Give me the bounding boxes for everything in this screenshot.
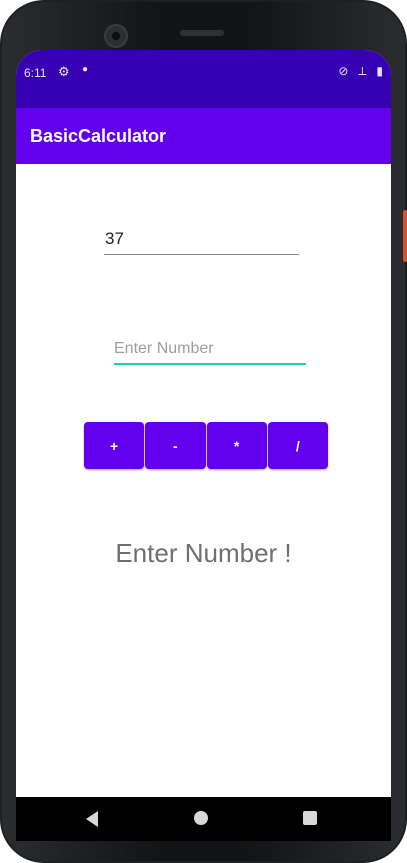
home-icon[interactable] [194, 811, 208, 825]
back-icon[interactable] [86, 811, 98, 827]
app-screen: 6:11 ⚙ ● ⊘ ⟂ ▮ BasicCalculator 37 Enter … [16, 50, 391, 827]
status-time: 6:11 [24, 66, 47, 80]
second-number-input[interactable]: Enter Number [114, 335, 306, 365]
gear-icon: ⚙ [58, 64, 70, 79]
multiply-button[interactable]: * [206, 422, 267, 469]
power-button[interactable] [403, 210, 407, 262]
app-title: BasicCalculator [30, 126, 167, 146]
battery-icon: ▮ [376, 64, 383, 78]
no-signal-icon: ⊘ [338, 64, 349, 78]
operator-buttons: + - * / [84, 422, 328, 469]
earpiece-speaker [180, 30, 224, 36]
result-text: Enter Number ! [115, 538, 292, 568]
wifi-icon: ⟂ [358, 64, 367, 78]
dot-icon: ● [82, 64, 89, 75]
divide-button[interactable]: / [267, 422, 328, 469]
status-bar: 6:11 ⚙ ● ⊘ ⟂ ▮ [16, 50, 391, 108]
phone-frame: 6:11 ⚙ ● ⊘ ⟂ ▮ BasicCalculator 37 Enter … [0, 0, 407, 863]
app-bar: BasicCalculator [16, 108, 391, 164]
recent-apps-icon[interactable] [303, 811, 317, 825]
navigation-bar [16, 797, 391, 841]
add-button[interactable]: + [84, 422, 145, 469]
subtract-button[interactable]: - [145, 422, 206, 469]
status-right-icons: ⊘ ⟂ ▮ [338, 64, 383, 79]
first-number-input[interactable]: 37 [104, 224, 299, 255]
front-camera [104, 24, 128, 48]
